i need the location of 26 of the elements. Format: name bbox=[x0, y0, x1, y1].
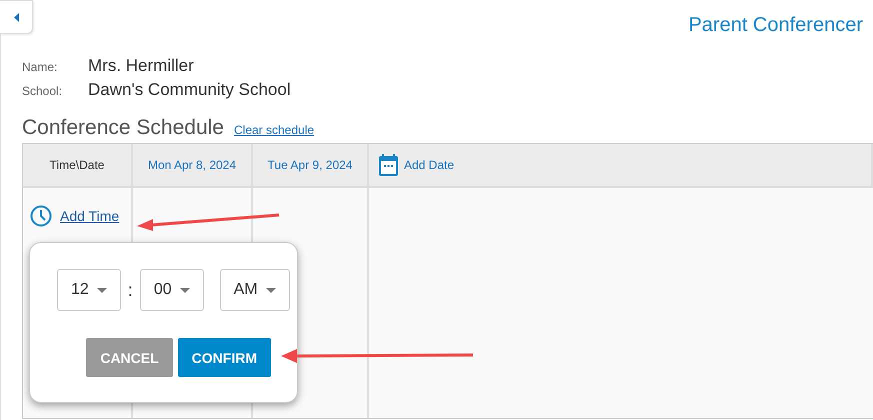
clear-schedule-link[interactable]: Clear schedule bbox=[234, 124, 314, 138]
time-select[interactable]: 12 bbox=[57, 269, 121, 311]
section-heading: Conference Schedule bbox=[22, 116, 224, 140]
field-label: School: bbox=[22, 84, 64, 98]
time-select[interactable]: 00 bbox=[140, 269, 204, 311]
add-time-button[interactable]: Add Time bbox=[30, 205, 120, 228]
clock-icon bbox=[30, 205, 52, 228]
column-header: Time\Date bbox=[50, 158, 104, 172]
back-button[interactable] bbox=[0, 0, 33, 34]
add-date-button[interactable]: Add Date bbox=[379, 154, 454, 176]
caret-left-icon bbox=[14, 12, 18, 22]
confirm-button[interactable]: CONFIRM bbox=[178, 338, 271, 377]
time-select[interactable]: AM bbox=[220, 269, 290, 311]
app-title: Parent Conferencer bbox=[688, 14, 863, 38]
arrow-icon bbox=[281, 348, 475, 364]
date-column-header: Tue Apr 9, 2024 bbox=[268, 158, 352, 172]
caret-icon bbox=[96, 288, 107, 292]
date-column-header: Mon Apr 8, 2024 bbox=[148, 158, 236, 172]
arrow-icon bbox=[137, 213, 281, 231]
field-value: Dawn's Community School bbox=[88, 80, 291, 100]
caret-icon bbox=[180, 288, 190, 292]
calendar-icon bbox=[379, 154, 398, 176]
field-label: Name: bbox=[22, 60, 58, 74]
caret-icon bbox=[266, 288, 276, 292]
time-separator: : bbox=[128, 280, 133, 300]
field-value: Mrs. Hermiller bbox=[88, 56, 195, 76]
